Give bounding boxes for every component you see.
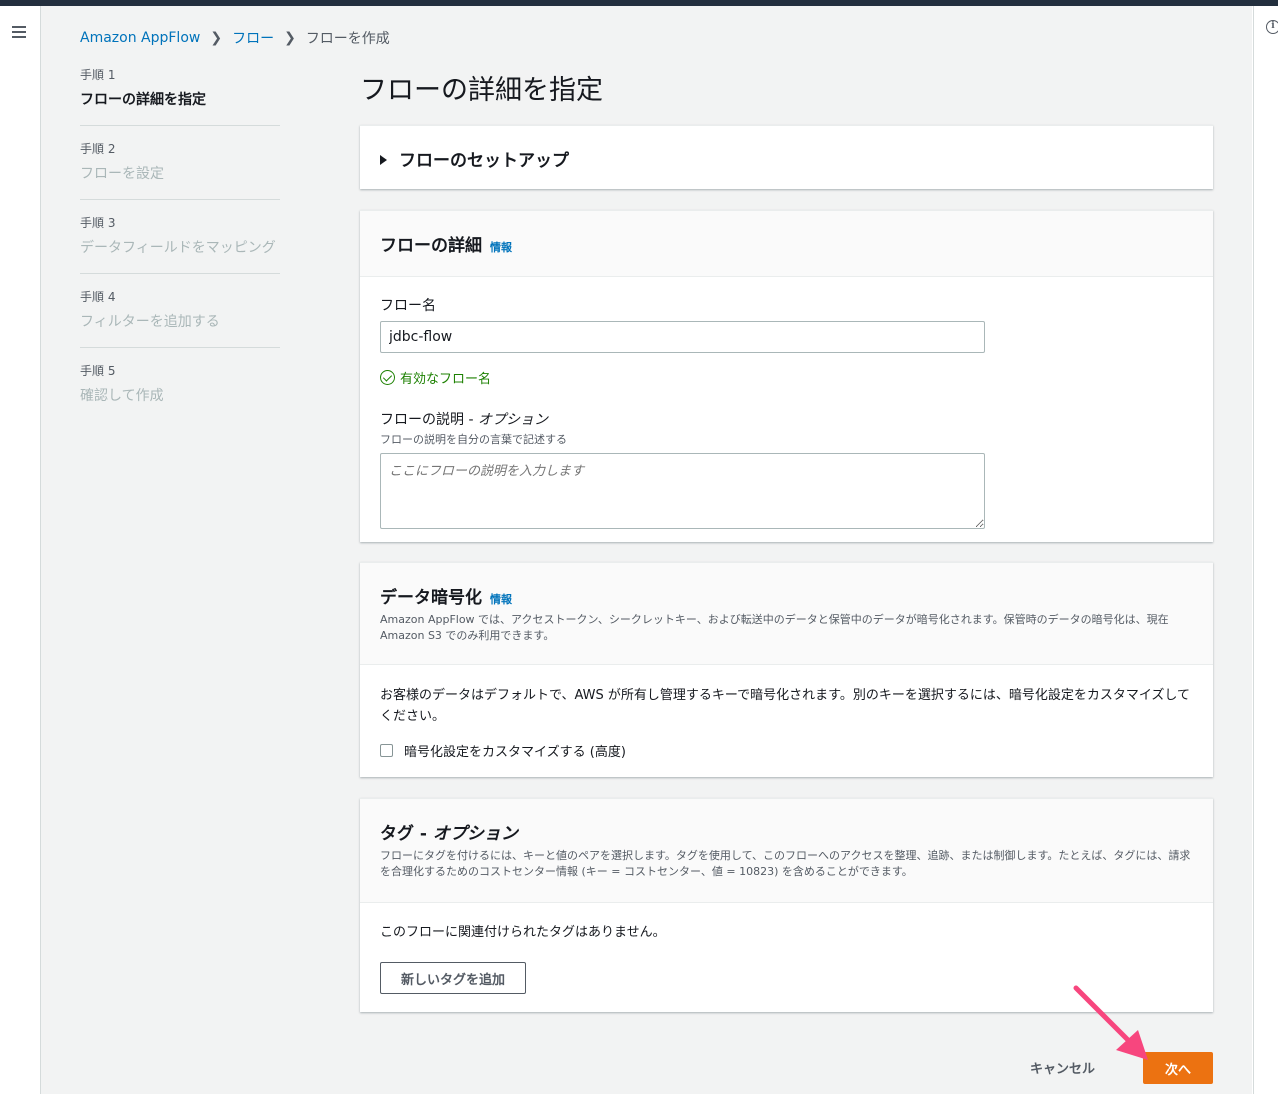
encryption-body: お客様のデータはデフォルトで、AWS が所有し管理するキーで暗号化されます。別の… — [360, 665, 1213, 780]
encryption-title: データ暗号化 — [380, 588, 482, 608]
step-title: フローの詳細を指定 — [80, 92, 206, 108]
flow-name-input[interactable] — [380, 321, 985, 353]
data-encryption-panel: データ暗号化 情報 Amazon AppFlow では、アクセストークン、シークレ… — [360, 562, 1213, 777]
flow-details-panel: フローの詳細情報 フロー名 有効なフロー名 フローの説明 - オプション フロー… — [360, 210, 1213, 542]
chevron-right-icon: ❯ — [284, 30, 296, 46]
encryption-description: Amazon AppFlow では、アクセストークン、シークレットキー、および転… — [380, 613, 1169, 642]
flow-setup-title: フローのセットアップ — [399, 151, 569, 171]
step-title: フローを設定 — [80, 166, 164, 182]
step-title: 確認して作成 — [80, 388, 164, 404]
wizard-step-1[interactable]: 手順 1 フローの詳細を指定 — [80, 66, 280, 126]
tags-description: フローにタグを付けるには、キーと値のペアを選択します。タグを使用して、このフロー… — [380, 849, 1191, 878]
tags-title-text: タグ - — [380, 824, 433, 844]
next-button[interactable]: 次へ — [1143, 1052, 1213, 1084]
page-title: フローの詳細を指定 — [360, 75, 603, 106]
breadcrumb-current: フローを作成 — [305, 31, 390, 47]
flow-details-header: フローの詳細 情報 — [360, 211, 1213, 277]
step-number: 手順 2 — [80, 142, 116, 156]
wizard-step-3: 手順 3 データフィールドをマッピング — [80, 214, 280, 274]
tags-title: タグ - オプション — [380, 824, 518, 844]
step-number: 手順 3 — [80, 216, 116, 230]
step-title: フィルターを追加する — [80, 314, 220, 330]
flow-setup-panel: フローのセットアップ — [360, 125, 1213, 189]
flow-name-valid-message: 有効なフロー名 — [380, 368, 1193, 387]
customize-encryption-checkbox[interactable] — [380, 744, 393, 757]
add-tag-button[interactable]: 新しいタグを追加 — [380, 962, 527, 994]
flow-description-textarea[interactable] — [380, 453, 985, 529]
left-rail — [0, 6, 40, 1094]
breadcrumb: Amazon AppFlow ❯ フロー ❯ フローを作成 — [80, 28, 390, 48]
menu-icon[interactable] — [12, 26, 26, 38]
encryption-info-link[interactable]: 情報 — [490, 593, 512, 606]
info-icon[interactable]: i — [1266, 20, 1278, 34]
breadcrumb-flows-link[interactable]: フロー — [232, 28, 274, 48]
step-number: 手順 1 — [80, 68, 116, 82]
desc-label-text: フローの説明 - — [380, 412, 478, 428]
no-tags-message: このフローに関連付けられたタグはありません。 — [380, 925, 666, 940]
step-number: 手順 4 — [80, 290, 116, 304]
tags-body: このフローに関連付けられたタグはありません。 新しいタグを追加 — [360, 903, 1213, 1014]
customize-encryption-label: 暗号化設定をカスタマイズする (高度) — [404, 745, 626, 760]
wizard-steps: 手順 1 フローの詳細を指定 手順 2 フローを設定 手順 3 データフィールド… — [80, 66, 280, 435]
chevron-right-icon: ❯ — [210, 30, 223, 46]
check-circle-icon — [380, 370, 395, 385]
flow-name-label: フロー名 — [380, 298, 436, 314]
tags-header: タグ - オプション フローにタグを付けるには、キーと値のペアを選択します。タグ… — [360, 799, 1213, 903]
customize-encryption-option[interactable]: 暗号化設定をカスタマイズする (高度) — [380, 741, 1193, 760]
right-rail: i — [1253, 6, 1278, 1094]
flow-details-title: フローの詳細 — [380, 236, 482, 256]
desc-label-optional: オプション — [477, 412, 548, 428]
breadcrumb-appflow-link[interactable]: Amazon AppFlow — [80, 30, 200, 46]
flow-details-info-link[interactable]: 情報 — [490, 241, 512, 254]
flow-setup-expander[interactable]: フローのセットアップ — [360, 126, 1213, 191]
tags-panel: タグ - オプション フローにタグを付けるには、キーと値のペアを選択します。タグ… — [360, 798, 1213, 1012]
wizard-step-2: 手順 2 フローを設定 — [80, 140, 280, 200]
step-number: 手順 5 — [80, 364, 116, 378]
flow-description-hint: フローの説明を自分の言葉で記述する — [380, 433, 567, 446]
cancel-button[interactable]: キャンセル — [1030, 1058, 1095, 1077]
step-title: データフィールドをマッピング — [80, 240, 276, 256]
wizard-step-4: 手順 4 フィルターを追加する — [80, 288, 280, 348]
flow-description-label: フローの説明 - オプション — [380, 409, 1193, 429]
wizard-step-5: 手順 5 確認して作成 — [80, 362, 280, 421]
encryption-header: データ暗号化 情報 Amazon AppFlow では、アクセストークン、シークレ… — [360, 563, 1213, 665]
tags-title-optional: オプション — [432, 824, 518, 844]
flow-details-body: フロー名 有効なフロー名 フローの説明 - オプション フローの説明を自分の言葉… — [360, 277, 1213, 553]
caret-right-icon — [380, 154, 387, 165]
valid-text: 有効なフロー名 — [400, 372, 492, 387]
encryption-default-text: お客様のデータはデフォルトで、AWS が所有し管理するキーで暗号化されます。別の… — [380, 688, 1191, 724]
